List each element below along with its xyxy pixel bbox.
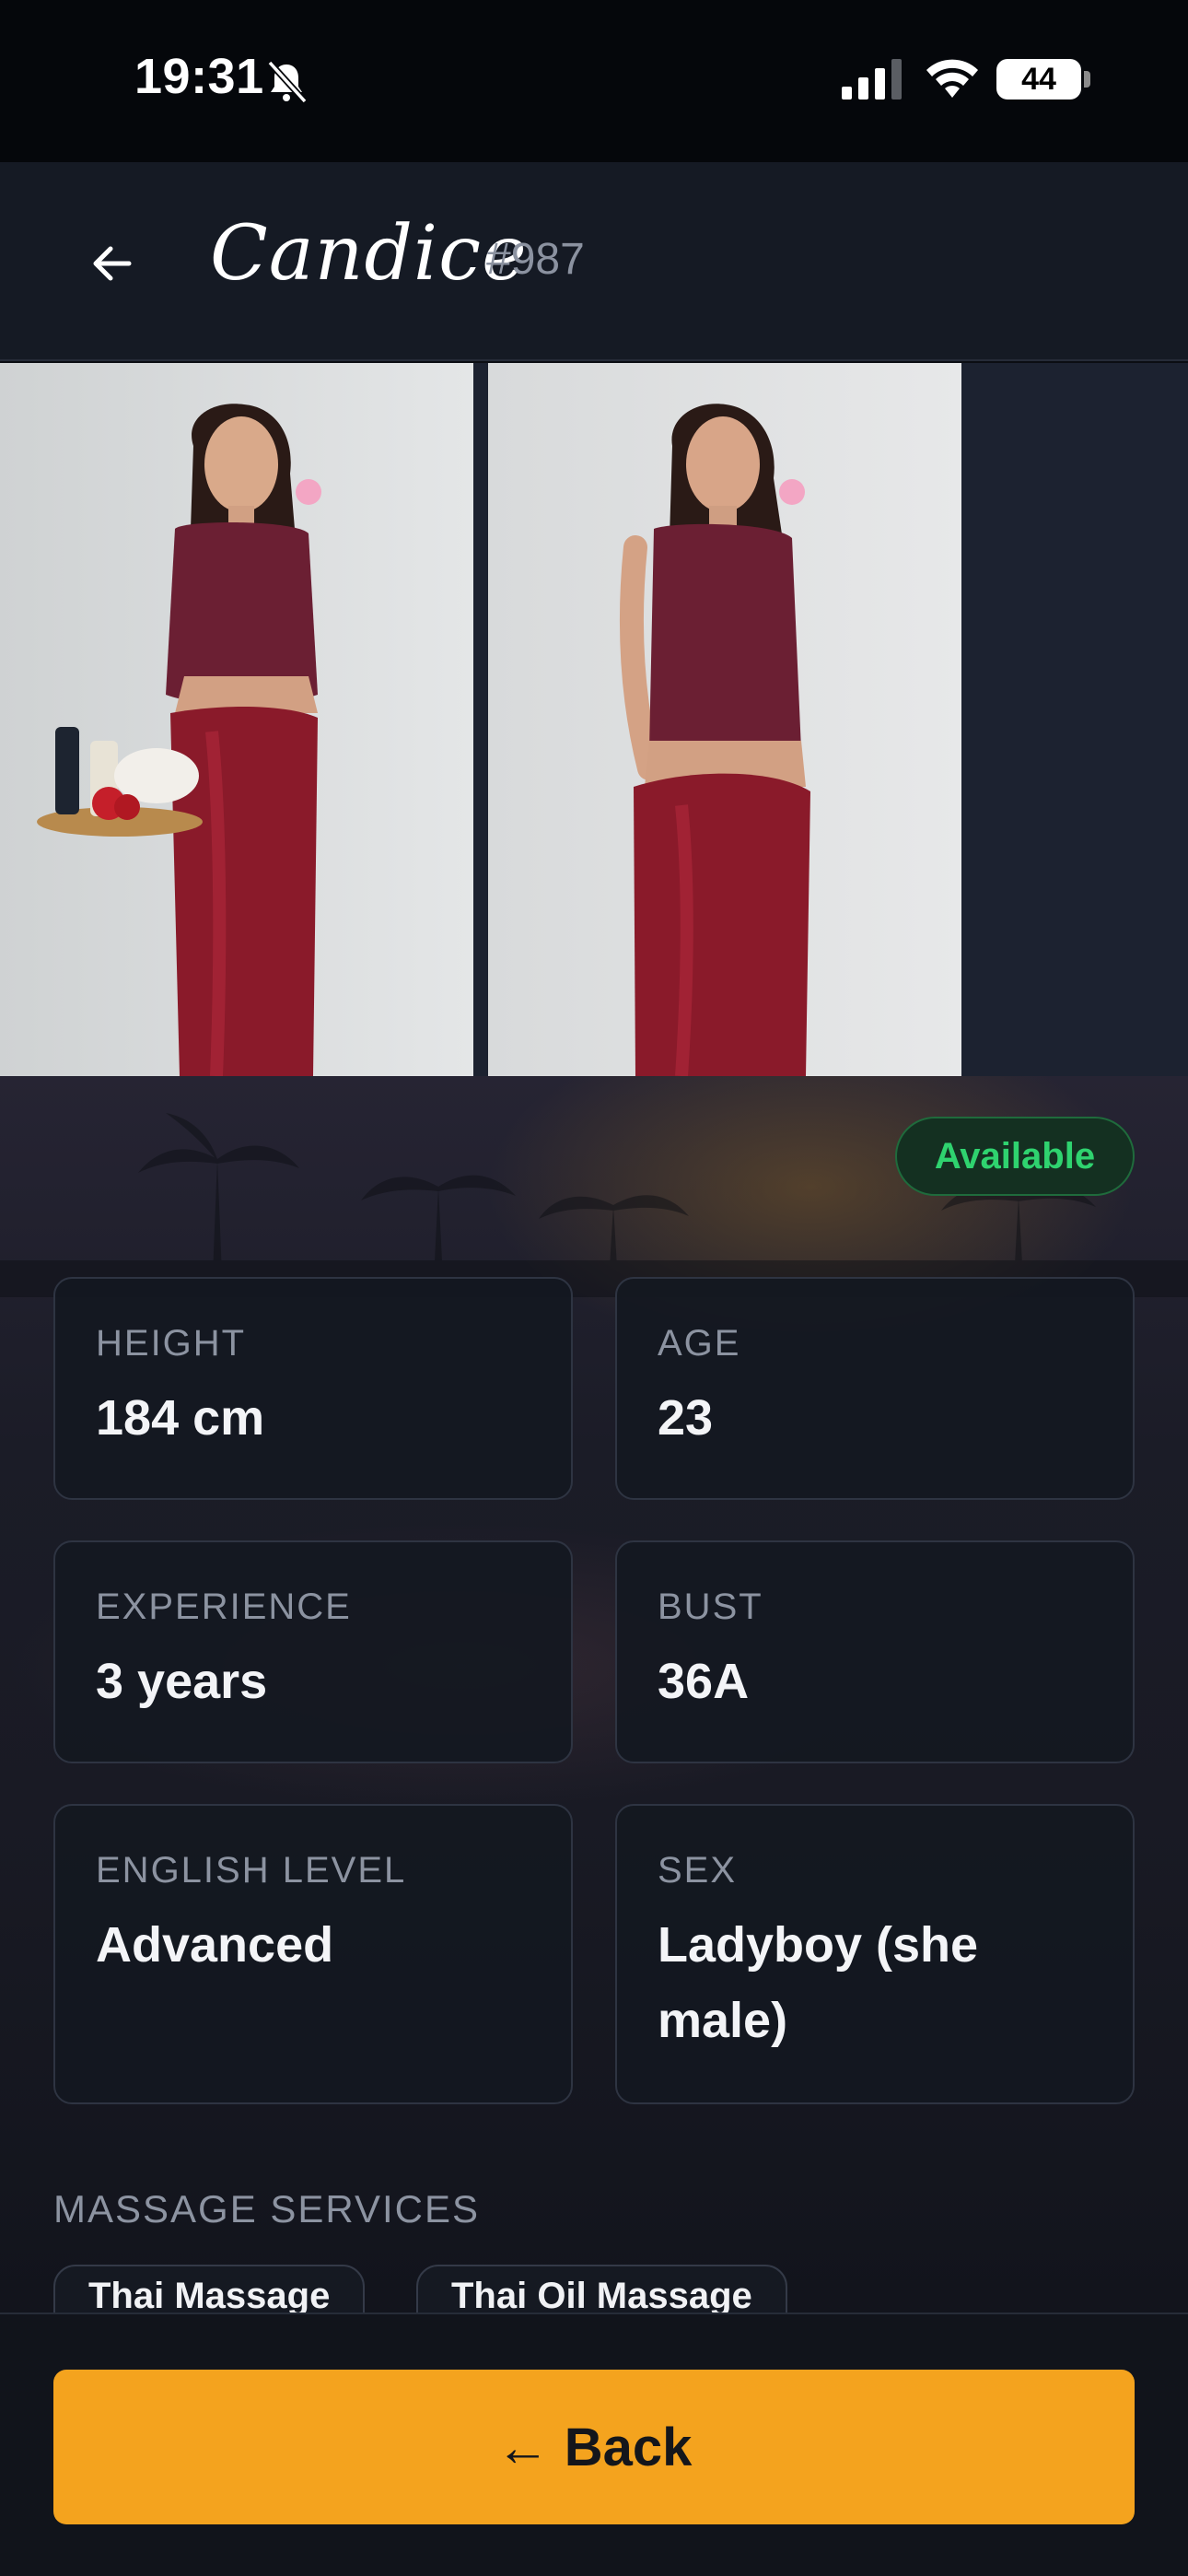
battery-tip [1084, 71, 1090, 88]
status-bar: 19:31 44 [0, 0, 1188, 162]
status-time: 19:31 [134, 49, 264, 104]
profile-details: Available HEIGHT 184 cm AGE 23 EXPERIENC… [0, 1076, 1188, 2313]
stat-label: BUST [658, 1587, 763, 1627]
service-chip[interactable]: Thai Massage [53, 2265, 366, 2313]
service-chip[interactable]: Thai Oil Massage [416, 2265, 787, 2313]
back-button[interactable]: ← Back [53, 2370, 1135, 2524]
stat-label: EXPERIENCE [96, 1587, 352, 1627]
stat-value: Ladyboy (she male) [658, 1917, 979, 2048]
stat-value: 184 cm [96, 1390, 265, 1446]
stat-card-sex: SEX Ladyboy (she male) [615, 1804, 1135, 2104]
stat-card-experience: EXPERIENCE 3 years [53, 1540, 573, 1763]
stat-value: 36A [658, 1654, 750, 1709]
stat-card-bust: BUST 36A [615, 1540, 1135, 1763]
footer-bar: ← Back [0, 2313, 1188, 2576]
stat-label: SEX [658, 1850, 738, 1891]
status-badge: Available [895, 1117, 1135, 1196]
stat-card-age: AGE 23 [615, 1277, 1135, 1500]
stat-label: HEIGHT [96, 1323, 247, 1364]
stat-value: 3 years [96, 1654, 268, 1709]
profile-photo-1[interactable] [0, 363, 473, 1076]
wifi-icon [926, 59, 978, 98]
bell-slash-icon [267, 60, 308, 104]
photo-gallery[interactable] [0, 363, 1188, 1076]
page-header: Candice #987 [0, 162, 1188, 361]
profile-id: #987 [486, 235, 585, 284]
stat-value: 23 [658, 1390, 714, 1446]
stat-card-height: HEIGHT 184 cm [53, 1277, 573, 1500]
stat-card-english-level: ENGLISH LEVEL Advanced [53, 1804, 573, 2104]
battery-indicator: 44 [996, 59, 1081, 100]
stat-label: ENGLISH LEVEL [96, 1850, 407, 1891]
section-title-massage-services: MASSAGE SERVICES [53, 2187, 481, 2231]
profile-photo-2[interactable] [488, 363, 961, 1076]
back-arrow-icon[interactable] [87, 238, 138, 289]
battery-level: 44 [1021, 61, 1056, 97]
profile-name: Candice [210, 210, 528, 298]
cellular-signal-icon [842, 59, 902, 100]
stat-value: Advanced [96, 1917, 334, 1973]
stat-label: AGE [658, 1323, 741, 1364]
